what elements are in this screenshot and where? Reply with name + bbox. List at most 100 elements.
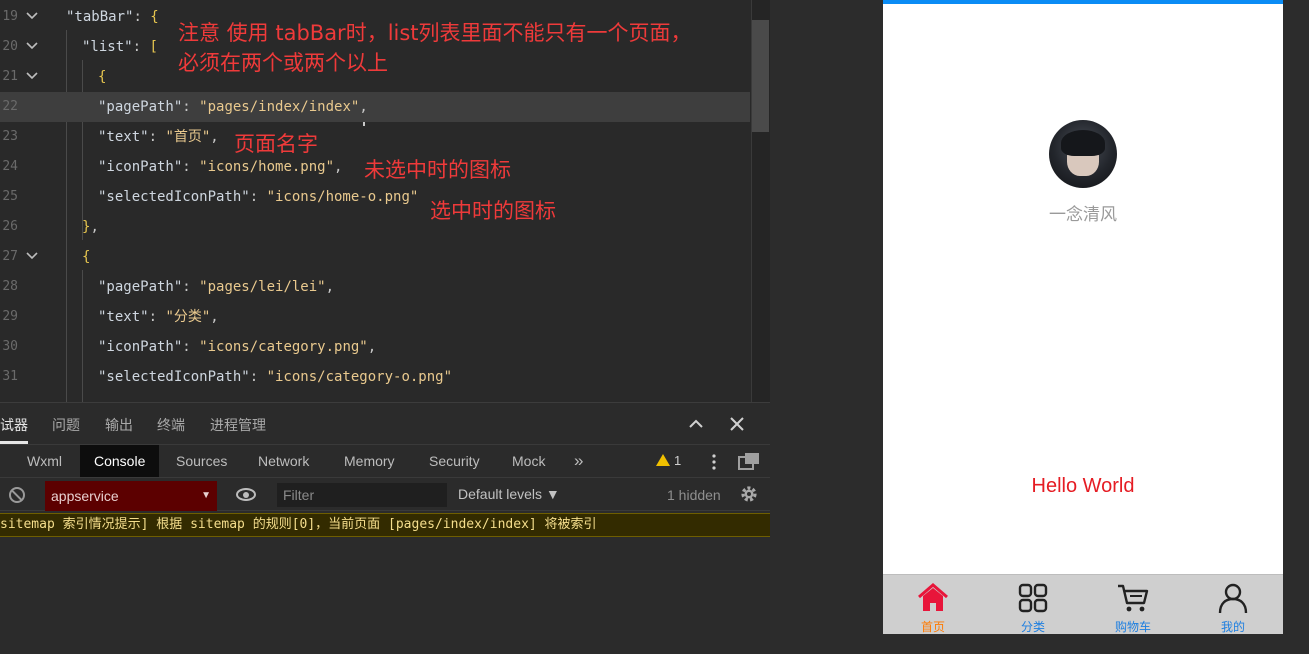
tab-cart[interactable]: 购物车 [1083, 575, 1183, 635]
code-line[interactable]: 27 { [0, 242, 750, 272]
editor-scroll-thumb[interactable] [752, 20, 769, 132]
code-text: "text": "分类", [98, 302, 219, 332]
devtools-tab-console[interactable]: Console [80, 445, 160, 477]
tab-mine-label: 我的 [1220, 620, 1245, 634]
code-line[interactable]: 23 "text": "首页", [0, 122, 750, 152]
fold-chevron-icon[interactable] [26, 250, 38, 262]
code-token: "icons/home-o.png" [266, 189, 419, 205]
code-token: , [325, 279, 335, 295]
debugger-panel: 试器 问题 输出 终端 进程管理 1 Wxml Console Sources Net… [0, 402, 770, 654]
code-token: : [182, 279, 200, 295]
filter-input[interactable] [277, 483, 447, 507]
code-token: , [334, 159, 343, 175]
tab-home[interactable]: 首页 [883, 575, 983, 635]
avatar[interactable] [1049, 120, 1117, 188]
line-number: 23 [2, 129, 18, 144]
code-line[interactable]: 29 "text": "分类", [0, 302, 750, 332]
devtools-tab-sources[interactable]: Sources [162, 445, 241, 477]
devtools-tab-network[interactable]: Network [244, 445, 323, 477]
code-token: "pagePath" [98, 279, 183, 295]
devtools-tab-memory[interactable]: Memory [330, 445, 409, 477]
levels-dropdown[interactable]: Default levels ▼ [458, 486, 560, 502]
code-line[interactable]: 26}, [0, 212, 750, 242]
panel-tabbar: 试器 问题 输出 终端 进程管理 [0, 403, 770, 445]
code-token: "icons/home.png" [199, 159, 335, 175]
tabbar: 首页 分类 购物车 我的 [883, 574, 1283, 634]
code-token: : [182, 339, 200, 355]
line-number: 21 [2, 69, 18, 84]
code-token: , [359, 99, 368, 115]
code-token: { [82, 249, 91, 265]
code-token: { [150, 9, 159, 25]
code-token: , [367, 339, 377, 355]
fold-chevron-icon[interactable] [26, 40, 38, 52]
line-number: 24 [2, 159, 18, 174]
code-line[interactable]: 19 "tabBar": { [0, 2, 750, 32]
tab-debugger[interactable]: 试器 [0, 415, 28, 435]
gear-icon[interactable] [739, 484, 759, 504]
code-token: "pages/index/index" [199, 99, 360, 115]
code-line[interactable]: 24 "iconPath": "icons/home.png", [0, 152, 750, 182]
console-warning-message: sitemap 索引情况提示] 根据 sitemap 的规则[0]，当前页面 [… [0, 513, 770, 537]
code-line[interactable]: 25 "selectedIconPath": "icons/home-o.png" [0, 182, 750, 212]
code-text: "iconPath": "icons/home.png", [98, 152, 342, 182]
code-line[interactable]: 22 "pagePath": "pages/index/index", [0, 92, 750, 122]
code-token: "list" [82, 39, 133, 55]
tab-output[interactable]: 输出 [105, 415, 133, 435]
eye-icon[interactable] [236, 488, 256, 501]
more-vertical-icon[interactable] [711, 454, 717, 470]
code-line[interactable]: 28 "pagePath": "pages/lei/lei", [0, 272, 750, 302]
home-icon [918, 583, 948, 611]
tab-process[interactable]: 进程管理 [210, 415, 266, 435]
fold-chevron-icon[interactable] [26, 10, 38, 22]
code-line[interactable]: 31 "selectedIconPath": "icons/category-o.… [0, 362, 750, 392]
context-select[interactable]: appservice ▼ [45, 481, 217, 511]
chevron-up-icon[interactable] [688, 416, 704, 432]
devtools-tabbar: 1 Wxml Console Sources Network Memory Securit… [0, 445, 770, 478]
code-token: "tabBar" [66, 9, 134, 25]
devtools-tab-security[interactable]: Security [415, 445, 494, 477]
code-token: , [210, 309, 219, 325]
code-text: { [98, 62, 106, 92]
user-nickname: 一念清风 [1049, 205, 1117, 225]
code-token: "selectedIconPath" [98, 369, 250, 385]
code-line[interactable]: 30 "iconPath": "icons/category.png", [0, 332, 750, 362]
code-line[interactable]: 21 { [0, 62, 750, 92]
close-icon[interactable] [729, 416, 745, 432]
code-token: "text" [98, 309, 149, 325]
cart-icon [1118, 584, 1149, 612]
code-token: "iconPath" [98, 159, 183, 175]
warning-badge[interactable]: 1 [656, 453, 681, 468]
console-filter-bar: appservice ▼ Default levels ▼ 1 hidden [0, 479, 770, 511]
code-text: "list": [ [82, 32, 158, 62]
code-text: "pagePath": "pages/index/index", [98, 92, 368, 122]
devtools-tab-wxml[interactable]: Wxml [13, 445, 76, 477]
code-token: : [182, 159, 200, 175]
tab-category[interactable]: 分类 [983, 575, 1083, 635]
hello-text: Hello World [1031, 475, 1135, 497]
code-line[interactable]: 20 "list": [ [0, 32, 750, 62]
tab-terminal[interactable]: 终端 [157, 415, 185, 435]
code-token: "pagePath" [98, 99, 183, 115]
code-editor[interactable]: 注意 使用 tabBar时，list列表里面不能只有一个页面， 必须在两个或两个… [0, 0, 770, 402]
dock-icon[interactable] [738, 452, 760, 470]
code-text: "pagePath": "pages/lei/lei", [98, 272, 334, 302]
code-token: : [249, 369, 267, 385]
tab-mine[interactable]: 我的 [1183, 575, 1283, 635]
code-token: : [132, 39, 150, 55]
code-text: "iconPath": "icons/category.png", [98, 332, 376, 362]
user-icon [1218, 583, 1248, 614]
fold-chevron-icon[interactable] [26, 70, 38, 82]
code-token: : [148, 129, 166, 145]
warning-count: 1 [674, 453, 682, 468]
line-number: 27 [2, 249, 18, 264]
tab-cart-label: 购物车 [1114, 620, 1151, 634]
tab-problems[interactable]: 问题 [52, 415, 80, 435]
line-number: 31 [2, 369, 18, 384]
phone-screen: 一念清风 Hello World 首页 分类 购物车 我的 [883, 0, 1283, 634]
code-token: "icons/category.png" [199, 339, 368, 355]
more-tabs-button[interactable]: » [560, 445, 597, 477]
category-icon [1018, 583, 1048, 613]
devtools-tab-mock[interactable]: Mock [498, 445, 559, 477]
clear-console-icon[interactable] [9, 487, 25, 503]
